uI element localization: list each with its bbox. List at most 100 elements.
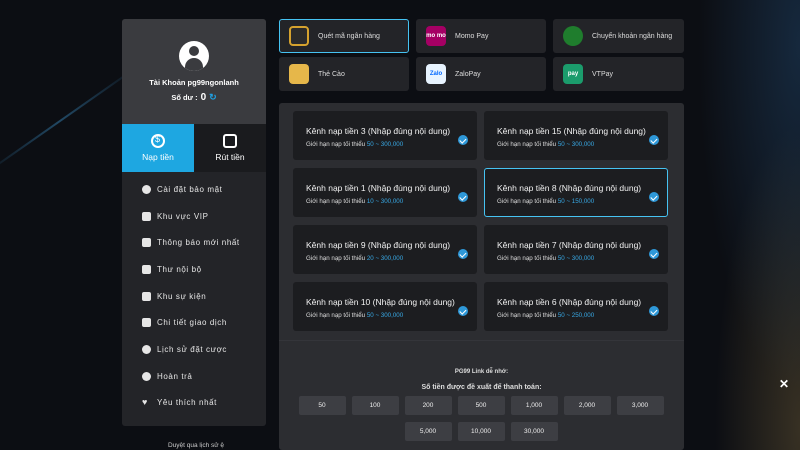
- avatar-icon: [179, 41, 209, 71]
- channel-card[interactable]: Kênh nạp tiền 1 (Nhập đúng nội dung) Giớ…: [293, 168, 477, 217]
- method-vtpay[interactable]: pay VTPay: [553, 57, 684, 91]
- balance-row: Số dư : 0 ↻: [171, 92, 216, 103]
- menu-item-security[interactable]: Cài đặt bảo mật: [122, 176, 266, 203]
- limit-label: Giới hạn nạp tối thiểu: [306, 255, 366, 262]
- limit-range: 50 ~ 300,000: [557, 141, 595, 148]
- method-scratch-card[interactable]: Thẻ Cào: [279, 57, 409, 91]
- suggested-amount-label: Số tiền được đề xuất để thanh toán:: [421, 384, 542, 391]
- balance-label: Số dư :: [171, 93, 198, 102]
- menu-item-label: Chi tiết giao dịch: [157, 318, 227, 328]
- channel-card[interactable]: Kênh nạp tiền 6 (Nhập đúng nội dung) Giớ…: [484, 282, 668, 331]
- channel-card[interactable]: Kênh nạp tiền 9 (Nhập đúng nội dung) Giớ…: [293, 225, 477, 274]
- channel-card[interactable]: Kênh nạp tiền 10 (Nhập đúng nội dung) Gi…: [293, 282, 477, 331]
- channel-card-selected[interactable]: Kênh nạp tiền 8 (Nhập đúng nội dung) Giớ…: [484, 168, 668, 217]
- account-name: Tài Khoản pg99ngonlanh: [149, 78, 239, 87]
- check-icon: [458, 249, 468, 259]
- limit-range: 50 ~ 300,000: [366, 312, 404, 319]
- amount-button[interactable]: 100: [351, 396, 399, 415]
- mail-icon: [142, 264, 151, 274]
- channel-limit: Giới hạn nạp tối thiểu 50 ~ 300,000: [306, 141, 476, 148]
- refund-icon: [142, 371, 151, 381]
- payment-methods: Quét mã ngân hàng mo mo Momo Pay Chuyển …: [279, 19, 684, 91]
- history-icon: [142, 344, 151, 354]
- amount-buttons: 50 100 200 500 1,000 2,000 3,000 5,000 1…: [296, 396, 666, 441]
- channel-limit: Giới hạn nạp tối thiểu 50 ~ 300,000: [497, 255, 667, 262]
- amount-button[interactable]: 50: [298, 396, 346, 415]
- channel-title: Kênh nạp tiền 6 (Nhập đúng nội dung): [497, 297, 642, 307]
- limit-label: Giới hạn nạp tối thiểu: [497, 198, 557, 205]
- channel-limit: Giới hạn nạp tối thiểu 50 ~ 150,000: [497, 198, 667, 205]
- amount-button[interactable]: 500: [457, 396, 505, 415]
- user-lock-icon: [142, 184, 151, 194]
- menu-item-label: Thông báo mới nhất: [157, 238, 240, 248]
- menu-item-label: Hoàn trả: [157, 371, 193, 381]
- amount-button[interactable]: 10,000: [457, 422, 505, 441]
- amount-button[interactable]: 5,000: [404, 422, 452, 441]
- method-label: Chuyển khoản ngân hàng: [592, 32, 673, 40]
- menu-item-inbox[interactable]: Thư nội bộ: [122, 256, 266, 283]
- method-bank-transfer[interactable]: Chuyển khoản ngân hàng: [553, 19, 684, 53]
- amount-button[interactable]: 3,000: [616, 396, 664, 415]
- close-icon[interactable]: ✕: [779, 377, 789, 391]
- deposit-panel: Kênh nạp tiền 3 (Nhập đúng nội dung) Giớ…: [279, 103, 684, 450]
- qr-icon: [289, 26, 309, 46]
- menu-item-events[interactable]: Khu sự kiện: [122, 283, 266, 310]
- vtpay-icon: pay: [563, 64, 583, 84]
- method-qr-bank[interactable]: Quét mã ngân hàng: [279, 19, 409, 53]
- trophy-icon: [142, 291, 151, 301]
- menu-item-label: Cài đặt bảo mật: [157, 184, 223, 194]
- channel-limit: Giới hạn nạp tối thiểu 50 ~ 250,000: [497, 312, 667, 319]
- tab-withdraw[interactable]: Rút tiền: [194, 124, 266, 172]
- amount-button[interactable]: 200: [404, 396, 452, 415]
- zalopay-icon: Zalo: [426, 64, 446, 84]
- withdraw-icon: [223, 134, 237, 148]
- dollar-icon: [151, 134, 165, 148]
- channel-title: Kênh nạp tiền 9 (Nhập đúng nội dung): [306, 240, 451, 250]
- refresh-icon[interactable]: ↻: [209, 92, 217, 103]
- method-zalopay[interactable]: Zalo ZaloPay: [416, 57, 546, 91]
- account-menu: Cài đặt bảo mật Khu vực VIP Thông báo mớ…: [122, 172, 266, 416]
- profile-card: Tài Khoản pg99ngonlanh Số dư : 0 ↻: [122, 19, 266, 124]
- card-icon: [289, 64, 309, 84]
- menu-item-label: Khu vực VIP: [157, 211, 209, 221]
- amount-button[interactable]: 1,000: [510, 396, 558, 415]
- menu-item-notifications[interactable]: Thông báo mới nhất: [122, 229, 266, 256]
- limit-range: 50 ~ 150,000: [557, 198, 595, 205]
- channel-limit: Giới hạn nạp tối thiểu 20 ~ 300,000: [306, 255, 476, 262]
- limit-range: 50 ~ 250,000: [557, 312, 595, 319]
- channel-card[interactable]: Kênh nạp tiền 15 (Nhập đúng nội dung) Gi…: [484, 111, 668, 160]
- channel-card[interactable]: Kênh nạp tiền 7 (Nhập đúng nội dung) Giớ…: [484, 225, 668, 274]
- tab-withdraw-label: Rút tiền: [215, 152, 245, 162]
- menu-item-label: Thư nội bộ: [157, 264, 202, 274]
- menu-item-refund[interactable]: Hoàn trả: [122, 363, 266, 390]
- channel-list: Kênh nạp tiền 3 (Nhập đúng nội dung) Giớ…: [293, 111, 668, 331]
- limit-label: Giới hạn nạp tối thiểu: [306, 141, 366, 148]
- menu-item-label: Yêu thích nhất: [157, 398, 217, 408]
- check-icon: [649, 249, 659, 259]
- method-label: VTPay: [592, 70, 614, 78]
- menu-item-vip[interactable]: Khu vực VIP: [122, 203, 266, 230]
- momo-icon: mo mo: [426, 26, 446, 46]
- limit-range: 50 ~ 300,000: [557, 255, 595, 262]
- heart-icon: ♥: [142, 397, 148, 408]
- menu-item-transactions[interactable]: Chi tiết giao dịch: [122, 309, 266, 336]
- channel-title: Kênh nạp tiền 1 (Nhập đúng nội dung): [306, 183, 451, 193]
- check-icon: [458, 192, 468, 202]
- menu-item-label: Lịch sử đặt cược: [157, 344, 228, 354]
- history-link[interactable]: Duyệt qua lịch sử ệ: [168, 442, 224, 449]
- globe-icon: [563, 26, 583, 46]
- amount-button[interactable]: 2,000: [563, 396, 611, 415]
- tab-deposit[interactable]: Nạp tiền: [122, 124, 194, 172]
- limit-label: Giới hạn nạp tối thiểu: [306, 312, 366, 319]
- limit-label: Giới hạn nạp tối thiểu: [497, 141, 557, 148]
- channel-card[interactable]: Kênh nạp tiền 3 (Nhập đúng nội dung) Giớ…: [293, 111, 477, 160]
- menu-item-favorites[interactable]: ♥ Yêu thích nhất: [122, 390, 266, 417]
- method-label: Quét mã ngân hàng: [318, 32, 380, 40]
- menu-item-bet-history[interactable]: Lịch sử đặt cược: [122, 336, 266, 363]
- channel-title: Kênh nạp tiền 3 (Nhập đúng nội dung): [306, 126, 451, 136]
- clipboard-icon: [142, 318, 151, 328]
- method-label: Thẻ Cào: [318, 70, 345, 78]
- check-icon: [649, 306, 659, 316]
- amount-button[interactable]: 30,000: [510, 422, 558, 441]
- method-momo[interactable]: mo mo Momo Pay: [416, 19, 546, 53]
